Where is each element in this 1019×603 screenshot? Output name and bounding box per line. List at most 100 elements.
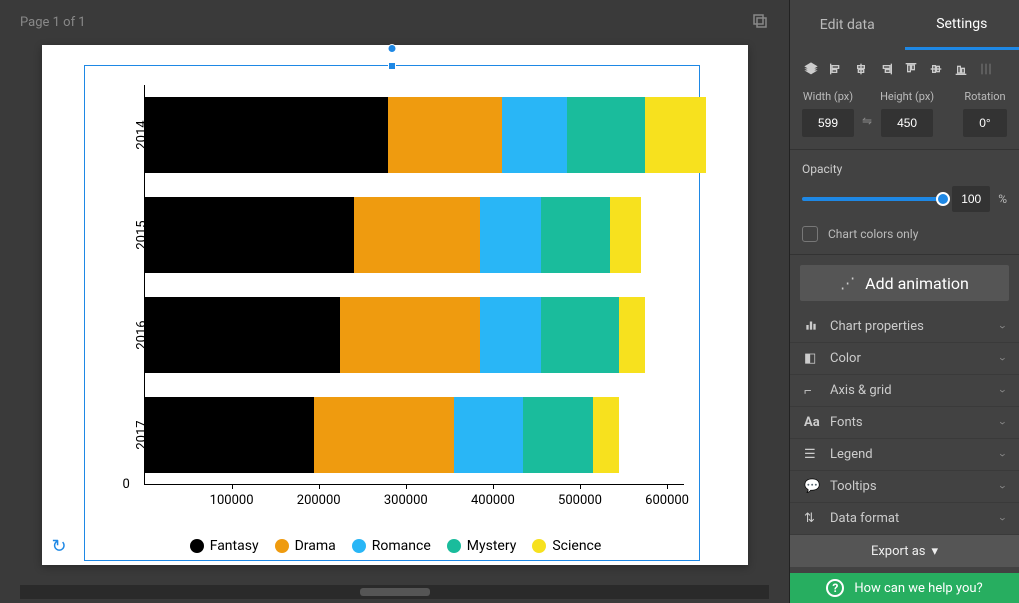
resize-handle-n[interactable] bbox=[388, 62, 396, 70]
list-icon: ☰ bbox=[804, 447, 820, 462]
duplicate-icon[interactable] bbox=[751, 12, 769, 34]
align-bottom-icon[interactable] bbox=[950, 58, 972, 80]
palette-icon: ◧ bbox=[804, 351, 820, 366]
help-icon: ? bbox=[826, 579, 844, 597]
animation-icon: ⋰ bbox=[840, 274, 855, 292]
align-top-icon[interactable] bbox=[900, 58, 922, 80]
dimensions-row: Width (px) ⇋ Height (px) Rotation bbox=[790, 88, 1019, 150]
bar-segment[interactable] bbox=[388, 97, 501, 173]
bar-segment[interactable] bbox=[354, 197, 480, 273]
bar-segment[interactable] bbox=[619, 297, 645, 373]
bar-row: 2016 bbox=[145, 285, 684, 385]
bar-segment[interactable] bbox=[523, 397, 593, 473]
format-icon: ⇅ bbox=[804, 511, 820, 526]
chevron-down-icon: › bbox=[996, 389, 1010, 393]
align-middle-icon[interactable] bbox=[925, 58, 947, 80]
bar-segment[interactable] bbox=[314, 397, 453, 473]
align-left-icon[interactable] bbox=[825, 58, 847, 80]
page-indicator: Page 1 of 1 bbox=[20, 15, 86, 30]
x-axis-tick: 500000 bbox=[558, 493, 602, 508]
add-animation-button[interactable]: ⋰ Add animation bbox=[800, 265, 1009, 301]
align-center-icon[interactable] bbox=[850, 58, 872, 80]
chevron-down-icon: › bbox=[996, 421, 1010, 425]
bar-row: 2017 bbox=[145, 385, 684, 485]
x-axis-tick: 600000 bbox=[645, 493, 689, 508]
bar-chart-icon bbox=[804, 318, 820, 336]
canvas-header: Page 1 of 1 bbox=[0, 0, 789, 45]
legend-item: Romance bbox=[352, 538, 431, 554]
accordion-legend[interactable]: ☰Legend › bbox=[790, 439, 1019, 471]
bar-segment[interactable] bbox=[145, 397, 315, 473]
rotation-handle[interactable] bbox=[387, 44, 396, 53]
bar-segment[interactable] bbox=[610, 197, 640, 273]
accordion-color[interactable]: ◧Color › bbox=[790, 343, 1019, 375]
scroll-thumb[interactable] bbox=[360, 588, 430, 596]
rotation-label: Rotation bbox=[964, 90, 1005, 103]
height-label: Height (px) bbox=[880, 90, 934, 103]
lock-aspect-icon[interactable]: ⇋ bbox=[862, 114, 872, 128]
chevron-down-icon: › bbox=[996, 453, 1010, 457]
caret-down-icon: ▾ bbox=[932, 544, 939, 559]
legend: Fantasy Drama Romance Mystery Science bbox=[92, 538, 700, 554]
legend-swatch bbox=[352, 539, 366, 553]
legend-item: Science bbox=[532, 538, 601, 554]
bar-segment[interactable] bbox=[145, 297, 341, 373]
accordion-axis-grid[interactable]: ⌐Axis & grid › bbox=[790, 375, 1019, 407]
opacity-label: Opacity bbox=[802, 162, 1007, 176]
accordion-fonts[interactable]: AaFonts › bbox=[790, 407, 1019, 439]
accordion-chart-properties[interactable]: Chart properties › bbox=[790, 311, 1019, 343]
export-as-button[interactable]: Export as ▾ bbox=[790, 535, 1019, 567]
legend-label: Drama bbox=[295, 538, 336, 554]
x-axis-tick: 300000 bbox=[384, 493, 428, 508]
help-button[interactable]: ? How can we help you? bbox=[790, 573, 1019, 603]
bar-segment[interactable] bbox=[567, 97, 645, 173]
tab-settings[interactable]: Settings bbox=[905, 0, 1019, 50]
reload-icon[interactable]: ↻ bbox=[52, 536, 67, 557]
width-input[interactable] bbox=[802, 109, 854, 137]
chart-colors-only-checkbox[interactable] bbox=[802, 226, 818, 242]
x-axis-tick: 100000 bbox=[210, 493, 254, 508]
bar-segment[interactable] bbox=[480, 297, 541, 373]
legend-item: Mystery bbox=[447, 538, 517, 554]
bar-segment[interactable] bbox=[502, 97, 567, 173]
page-canvas[interactable]: 0 20142015201620171000002000003000004000… bbox=[42, 45, 748, 565]
chevron-down-icon: › bbox=[996, 517, 1010, 521]
chevron-down-icon: › bbox=[996, 357, 1010, 361]
legend-label: Fantasy bbox=[210, 538, 259, 554]
bar-segment[interactable] bbox=[541, 197, 611, 273]
tab-edit-data[interactable]: Edit data bbox=[790, 0, 905, 50]
bar-segment[interactable] bbox=[145, 197, 354, 273]
bar-segment[interactable] bbox=[340, 297, 479, 373]
bar-segment[interactable] bbox=[145, 97, 389, 173]
bar-segment[interactable] bbox=[454, 397, 524, 473]
chart[interactable]: 0 20142015201620171000002000003000004000… bbox=[92, 80, 700, 560]
bar-segment[interactable] bbox=[645, 97, 706, 173]
height-input[interactable] bbox=[881, 109, 933, 137]
bar-row: 2015 bbox=[145, 185, 684, 285]
bar-segment[interactable] bbox=[480, 197, 541, 273]
opacity-slider[interactable] bbox=[802, 197, 944, 201]
horizontal-scrollbar[interactable] bbox=[20, 585, 769, 599]
distribute-icon bbox=[975, 58, 997, 80]
layers-icon[interactable] bbox=[800, 58, 822, 80]
legend-swatch bbox=[532, 539, 546, 553]
opacity-input[interactable] bbox=[952, 186, 990, 212]
bar-segment[interactable] bbox=[541, 297, 619, 373]
bar-segment[interactable] bbox=[593, 397, 619, 473]
chevron-down-icon: › bbox=[996, 485, 1010, 489]
opacity-thumb[interactable] bbox=[936, 192, 950, 206]
legend-label: Science bbox=[552, 538, 601, 554]
opacity-suffix: % bbox=[998, 192, 1007, 206]
width-label: Width (px) bbox=[803, 90, 853, 103]
legend-item: Drama bbox=[275, 538, 336, 554]
canvas-wrapper: 0 20142015201620171000002000003000004000… bbox=[0, 45, 789, 585]
align-right-icon[interactable] bbox=[875, 58, 897, 80]
align-toolbar bbox=[790, 50, 1019, 88]
x-axis-tick: 400000 bbox=[471, 493, 515, 508]
rotation-input[interactable] bbox=[963, 109, 1007, 137]
bar-row: 2014 bbox=[145, 85, 684, 185]
accordion-data-format[interactable]: ⇅Data format › bbox=[790, 503, 1019, 535]
canvas-area: Page 1 of 1 0 20142015201620171000002000… bbox=[0, 0, 789, 603]
chart-colors-only-label: Chart colors only bbox=[828, 227, 918, 241]
accordion-tooltips[interactable]: 💬Tooltips › bbox=[790, 471, 1019, 503]
